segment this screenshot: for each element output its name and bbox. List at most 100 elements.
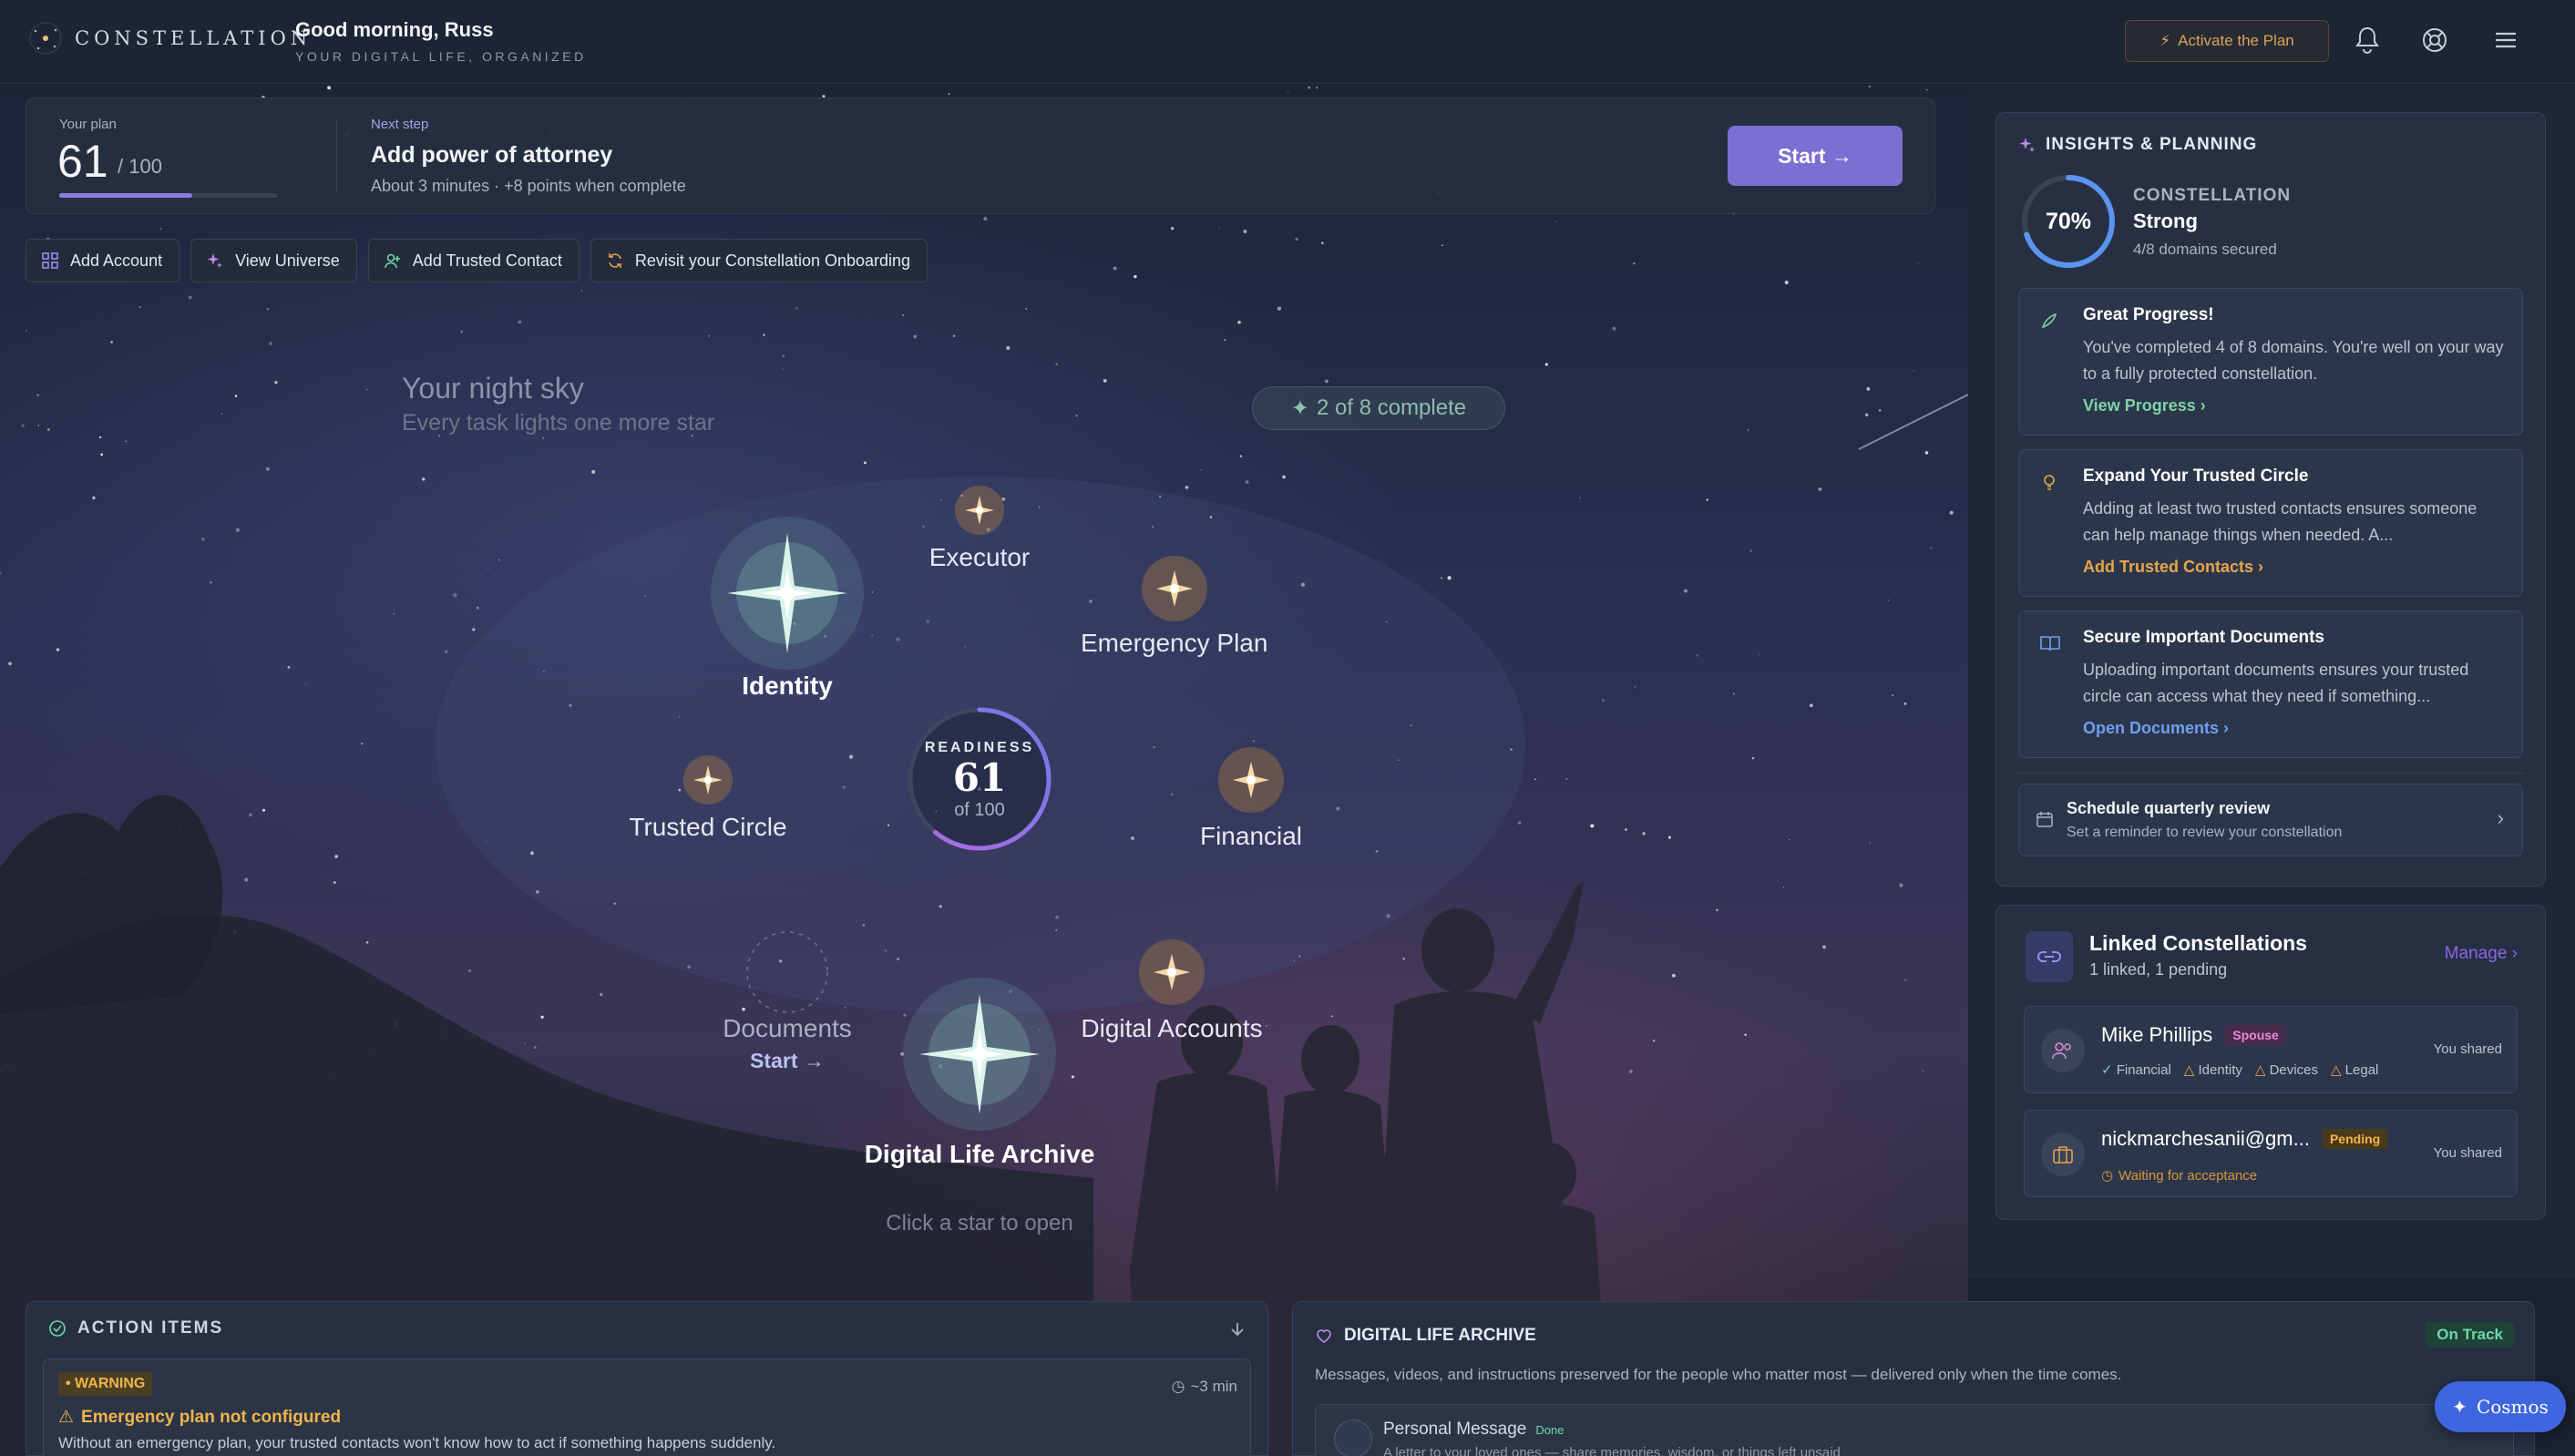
view-universe-button[interactable]: View Universe (190, 239, 357, 282)
heart-icon (1317, 1329, 1331, 1343)
star-trusted-circle[interactable]: Trusted Circle (621, 754, 795, 842)
cosmos-assistant-button[interactable]: ✦ Cosmos (2435, 1381, 2566, 1432)
action-item-title: ⚠ Emergency plan not configured (58, 1407, 341, 1428)
domain-devices: △ Devices (2254, 1062, 2318, 1078)
check-circle-icon (49, 1320, 66, 1337)
readiness-text: READINESS 61 of 100 (902, 702, 1057, 821)
insight-card-documents[interactable]: Secure Important Documents Uploading imp… (2018, 610, 2523, 758)
action-item-card[interactable]: • WARNING ◷ ~3 min ⚠ Emergency plan not … (43, 1359, 1251, 1456)
insights-title: INSIGHTS & PLANNING (2046, 135, 2258, 154)
constellation-progress-ring: 70% (2018, 171, 2118, 272)
start-next-step-button[interactable]: Start → (1728, 126, 1903, 186)
linked-person-mike[interactable]: Mike Phillips Spouse ✓ Financial △ Ident… (2024, 1006, 2518, 1093)
domain-identity: △ Identity (2183, 1062, 2242, 1078)
sky-subtitle: Every task lights one more star (402, 410, 715, 436)
star-financial[interactable]: Financial (1185, 745, 1318, 851)
plan-progress-bar (59, 193, 278, 198)
right-sidebar: INSIGHTS & PLANNING 70% CONSTELLATION St… (1968, 85, 2575, 1278)
personal-message-label: Personal Message (1383, 1420, 1527, 1439)
quick-actions: Add Account View Universe Add Trusted Co… (26, 239, 928, 282)
time-estimate-text: ~3 min (1190, 1378, 1238, 1395)
action-item-title-text: Emergency plan not configured (81, 1407, 342, 1427)
menu-icon[interactable] (2488, 22, 2524, 58)
plan-out-of: / 100 (118, 155, 162, 178)
star-digital-accounts[interactable]: Digital Accounts (1072, 938, 1272, 1043)
next-step-title: Add power of attorney (371, 142, 613, 168)
bell-icon[interactable] (2349, 22, 2385, 58)
bolt-icon: ⚡ (2160, 32, 2171, 49)
schedule-review-button[interactable]: Schedule quarterly review Set a reminder… (2018, 784, 2523, 856)
view-progress-link[interactable]: View Progress › (2083, 396, 2206, 415)
add-trusted-contact-label: Add Trusted Contact (412, 251, 562, 270)
star-label-emergency-plan: Emergency Plan (1081, 629, 1268, 657)
star-label-executor: Executor (928, 543, 1031, 571)
bright-star-icon (903, 978, 1056, 1131)
lifebuoy-icon[interactable] (2416, 22, 2453, 58)
add-trusted-contact-button[interactable]: Add Trusted Contact (367, 239, 580, 282)
insight-card-progress[interactable]: Great Progress! You've completed 4 of 8 … (2018, 288, 2523, 436)
you-shared-text: You shared (2433, 1145, 2502, 1161)
open-documents-link[interactable]: Open Documents › (2083, 719, 2229, 738)
on-track-badge: On Track (2426, 1322, 2514, 1348)
person-name-text: Mike Phillips (2101, 1023, 2213, 1046)
personal-message-item[interactable]: Personal Message Done A letter to your l… (1315, 1404, 2514, 1456)
insights-divider (2018, 773, 2523, 774)
constellation-percent: 70% (2045, 208, 2092, 234)
logo-text: CONSTELLATION (75, 27, 313, 49)
star-executor[interactable]: Executor (916, 483, 1043, 572)
action-items-header[interactable]: ACTION ITEMS (48, 1318, 223, 1338)
archive-description: Messages, videos, and instructions prese… (1315, 1366, 2122, 1383)
add-account-button[interactable]: Add Account (26, 239, 180, 282)
add-trusted-contacts-link[interactable]: Add Trusted Contacts › (2083, 558, 2263, 577)
add-account-label: Add Account (70, 251, 163, 270)
linked-subtitle: 1 linked, 1 pending (2089, 960, 2228, 979)
domain-financial-label: Financial (2116, 1062, 2171, 1078)
sparkles-icon (2019, 138, 2035, 152)
user-plus-icon (384, 253, 400, 269)
activate-plan-button[interactable]: ⚡ Activate the Plan (2125, 20, 2329, 62)
logo[interactable]: CONSTELLATION (27, 20, 312, 56)
star-label-digital-life-archive: Digital Life Archive (864, 1140, 1095, 1168)
tagline-text: YOUR DIGITAL LIFE, ORGANIZED (295, 49, 587, 64)
documents-start-link[interactable]: Start → (750, 1049, 825, 1073)
clock-icon: ◷ (1171, 1378, 1185, 1395)
bright-star-icon (711, 517, 864, 670)
you-shared-text: You shared (2433, 1041, 2502, 1057)
archive-header: DIGITAL LIFE ARCHIVE (1315, 1326, 1536, 1346)
night-sky-area: Your night sky Every task lights one mor… (0, 85, 1968, 1456)
revisit-onboarding-button[interactable]: Revisit your Constellation Onboarding (590, 239, 928, 282)
add-trusted-contacts-label: Add Trusted Contacts (2083, 558, 2254, 576)
done-badge: Done (1535, 1423, 1564, 1437)
linked-person-pending[interactable]: nickmarchesanii@gm... Pending ◷ Waiting … (2024, 1110, 2518, 1197)
greeting-block: Good morning, Russ YOUR DIGITAL LIFE, OR… (295, 18, 587, 64)
book-icon (2039, 633, 2063, 657)
collapse-arrow-icon[interactable] (1229, 1320, 1246, 1343)
star-label-documents: Documents (723, 1014, 852, 1042)
star-digital-life-archive[interactable]: Digital Life Archive (860, 976, 1099, 1169)
star-documents[interactable]: Documents Start → (705, 930, 869, 1073)
person-name: nickmarchesanii@gm... Pending (2101, 1127, 2388, 1151)
personal-message-title: Personal Message Done (1383, 1420, 1564, 1440)
sparkles-icon (207, 253, 223, 268)
view-universe-label: View Universe (235, 251, 340, 270)
personal-message-subtitle: A letter to your loved ones — share memo… (1383, 1445, 1841, 1456)
readiness-gauge[interactable]: READINESS 61 of 100 (902, 702, 1057, 856)
star-identity[interactable]: Identity (707, 513, 867, 701)
dim-star-icon (1218, 747, 1284, 813)
domain-financial: ✓ Financial (2101, 1062, 2171, 1078)
dim-star-icon (955, 486, 1004, 535)
shared-domains: ✓ Financial △ Identity △ Devices △ Legal (2101, 1061, 2378, 1078)
readiness-of: of 100 (954, 800, 1005, 820)
dim-star-icon (1139, 939, 1205, 1005)
insights-header: INSIGHTS & PLANNING (2018, 135, 2257, 155)
next-step-label: Next step (371, 117, 429, 132)
insight-card-trusted-circle[interactable]: Expand Your Trusted Circle Adding at lea… (2018, 449, 2523, 597)
view-progress-label: View Progress (2083, 396, 2196, 415)
waiting-status: ◷ Waiting for acceptance (2101, 1167, 2257, 1184)
completion-pill: ✦ 2 of 8 complete (1252, 386, 1505, 430)
star-label-digital-accounts: Digital Accounts (1081, 1014, 1263, 1042)
star-emergency-plan[interactable]: Emergency Plan (1081, 554, 1267, 658)
manage-link[interactable]: Manage › (2445, 944, 2518, 964)
top-header: CONSTELLATION Good morning, Russ YOUR DI… (0, 0, 2575, 84)
calendar-icon (2036, 812, 2053, 827)
